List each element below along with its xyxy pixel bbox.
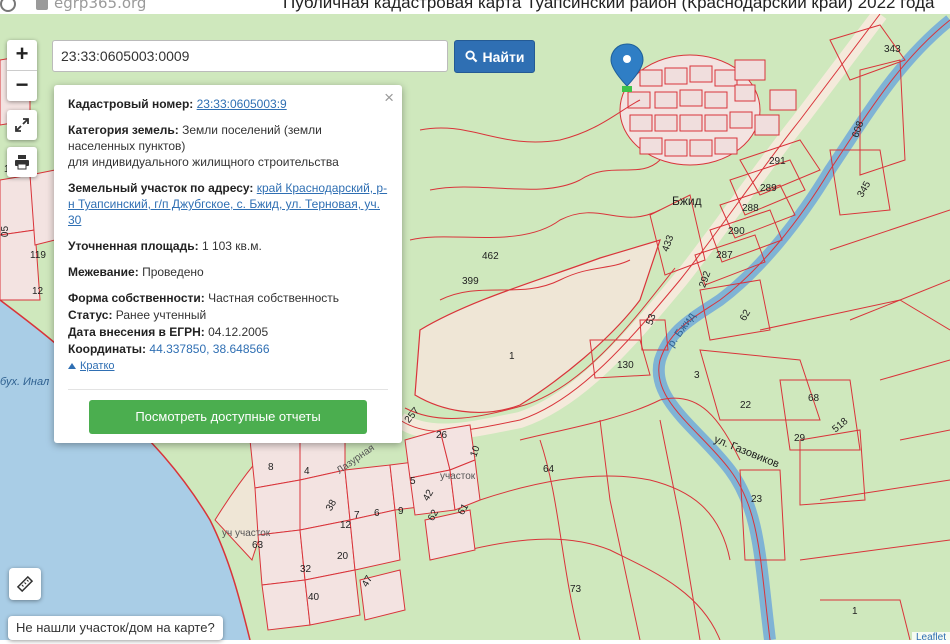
parcel-label[interactable]: 8 <box>268 462 274 473</box>
ruler-icon <box>16 575 34 593</box>
zoom-in-button[interactable]: + <box>7 40 37 71</box>
not-found-button[interactable]: Не нашли участок/дом на карте? <box>8 616 223 640</box>
parcel-label[interactable]: 32 <box>300 564 311 575</box>
ruler-button[interactable] <box>9 568 41 600</box>
reload-icon[interactable] <box>0 0 16 12</box>
brief-toggle[interactable]: Кратко <box>68 358 388 374</box>
parcel-label[interactable]: 289 <box>760 183 777 194</box>
cadastral-number-link[interactable]: 23:33:0605003:9 <box>197 97 287 111</box>
category-value: населенных пунктов) <box>68 139 186 153</box>
date-value: 04.12.2005 <box>208 325 269 339</box>
parcel-label[interactable]: 1 <box>509 351 515 362</box>
parcel-label[interactable]: 29 <box>794 433 805 444</box>
parcel-label[interactable]: 399 <box>462 276 479 287</box>
parcel-label[interactable]: 343 <box>884 44 901 55</box>
survey-value: Проведено <box>142 265 204 279</box>
print-button[interactable] <box>7 147 37 177</box>
parcel-label[interactable]: 9 <box>398 506 404 517</box>
category-value: Земли поселений (земли <box>182 123 322 137</box>
divider <box>68 389 388 390</box>
coords-label: Координаты: <box>68 342 147 356</box>
parcel-label[interactable]: 23 <box>751 494 762 505</box>
address-link[interactable]: н Туапсинский, г/п Джубгское, с. Бжид, у… <box>68 197 380 211</box>
bay-label: бух. Инал <box>0 376 50 388</box>
place-label-bzhid: Бжид <box>672 194 702 208</box>
parcel-label[interactable]: 63 <box>252 540 263 551</box>
category-label: Категория земель: <box>68 123 179 137</box>
parcel-label[interactable]: 12 <box>340 520 351 531</box>
triangle-up-icon <box>68 363 76 369</box>
parcel-label[interactable]: 3 <box>694 370 700 381</box>
leaflet-attribution[interactable]: Leaflet <box>911 632 950 644</box>
parcel-label[interactable]: 40 <box>308 592 319 603</box>
area-value: 1 103 кв.м. <box>201 239 262 253</box>
survey-label: Межевание: <box>68 265 139 279</box>
cadastral-search-input[interactable] <box>52 40 448 72</box>
find-button[interactable]: Найти <box>454 40 535 73</box>
coords-value[interactable]: 44.337850, 38.648566 <box>149 342 269 356</box>
print-icon <box>15 155 29 170</box>
page-title: Публичная кадастровая карта Туапсинский … <box>283 0 935 12</box>
parcel-label[interactable]: 5 <box>410 476 416 487</box>
parcel-label[interactable]: 73 <box>570 584 581 595</box>
parcel-label[interactable]: 7 <box>354 510 360 521</box>
site-icon <box>36 0 48 10</box>
site-address[interactable]: egrp365.org <box>0 0 146 12</box>
parcel-label[interactable]: 68 <box>808 393 819 404</box>
address-label: Земельный участок по адресу: <box>68 181 254 195</box>
ownership-label: Форма собственности: <box>68 291 205 305</box>
area-label: уч участок <box>222 528 271 539</box>
parcel-info-popup: × Кадастровый номер: 23:33:0605003:9 Кат… <box>54 85 402 443</box>
view-reports-button[interactable]: Посмотреть доступные отчеты <box>89 400 367 434</box>
parcel-label[interactable]: 64 <box>543 464 554 475</box>
parcel-label[interactable]: 6 <box>374 508 380 519</box>
brief-label: Кратко <box>80 360 115 372</box>
status-label: Статус: <box>68 308 113 322</box>
parcel-label[interactable]: 20 <box>337 551 348 562</box>
area-label: Уточненная площадь: <box>68 239 199 253</box>
parcel-label[interactable]: 22 <box>740 400 751 411</box>
fullscreen-button[interactable] <box>7 110 37 140</box>
parcel-label[interactable]: 119 <box>30 250 46 261</box>
zoom-control: + − <box>7 40 37 101</box>
parcel-label[interactable]: 130 <box>617 360 634 371</box>
cadastral-label: Кадастровый номер: <box>68 97 194 111</box>
date-label: Дата внесения в ЕГРН: <box>68 325 205 339</box>
ownership-value: Частная собственность <box>208 291 340 305</box>
category-value: для индивидуального жилищного строительс… <box>68 155 339 169</box>
parcel-label[interactable]: 26 <box>436 430 447 441</box>
parcel-label[interactable]: 462 <box>482 251 499 262</box>
search-icon <box>464 50 477 63</box>
parcel-label[interactable]: 1 <box>852 606 858 617</box>
parcel-label[interactable]: 12 <box>32 286 43 297</box>
status-value: Ранее учтенный <box>115 308 207 322</box>
parcel-label[interactable]: 05 <box>0 226 11 237</box>
parcel-label[interactable]: 290 <box>728 226 745 237</box>
parcel-label[interactable]: 287 <box>716 250 733 261</box>
find-button-label: Найти <box>482 48 525 65</box>
area-label: участок <box>440 471 476 482</box>
parcel-label[interactable]: 288 <box>742 203 759 214</box>
parcel-label[interactable]: 4 <box>304 466 310 477</box>
parcel-label[interactable]: 291 <box>769 156 786 167</box>
browser-title-bar: egrp365.org Публичная кадастровая карта … <box>0 0 950 14</box>
zoom-out-button[interactable]: − <box>7 71 37 101</box>
close-icon[interactable]: × <box>384 89 394 106</box>
address-link[interactable]: край Краснодарский, р- <box>257 181 387 195</box>
address-link[interactable]: 30 <box>68 213 81 227</box>
fullscreen-icon <box>15 118 29 132</box>
